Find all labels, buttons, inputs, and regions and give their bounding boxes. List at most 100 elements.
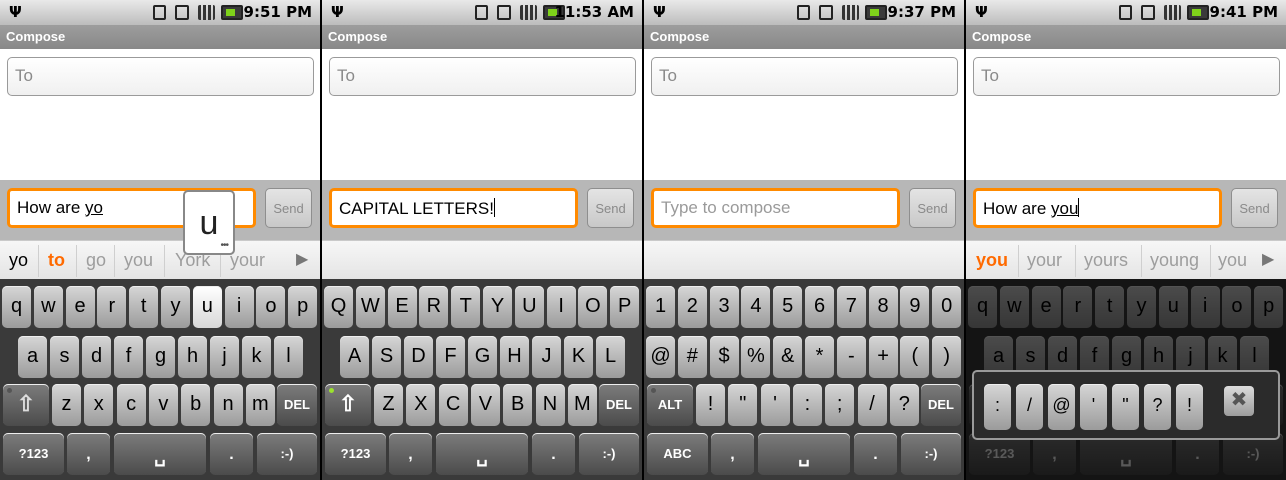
- key-c[interactable]: c: [116, 384, 146, 426]
- smiley-key[interactable]: :-): [901, 433, 961, 475]
- key-Z[interactable]: Z: [374, 384, 403, 426]
- key-U[interactable]: U: [514, 286, 544, 328]
- key-V[interactable]: V: [470, 384, 500, 426]
- key-symbol[interactable]: -: [836, 336, 866, 378]
- suggestion-best[interactable]: to: [48, 250, 65, 271]
- key-symbol[interactable]: @: [646, 336, 675, 378]
- key-B[interactable]: B: [503, 384, 533, 426]
- key-G[interactable]: G: [468, 336, 497, 378]
- to-field[interactable]: To: [651, 57, 958, 96]
- suggestion-typed[interactable]: yo: [9, 250, 28, 271]
- send-button[interactable]: Send: [265, 188, 312, 228]
- abc-key[interactable]: ABC: [647, 433, 708, 475]
- key-x[interactable]: x: [84, 384, 114, 426]
- shift-key[interactable]: ⇧: [3, 384, 49, 426]
- key-r[interactable]: r: [97, 286, 127, 328]
- suggestion[interactable]: your: [230, 250, 265, 271]
- key-L[interactable]: L: [596, 336, 625, 378]
- key-i[interactable]: i: [224, 286, 254, 328]
- suggestion[interactable]: young: [1150, 250, 1199, 271]
- delete-key[interactable]: DEL: [921, 384, 961, 426]
- key-W[interactable]: W: [355, 286, 385, 328]
- to-field[interactable]: To: [7, 57, 314, 96]
- key-F[interactable]: F: [436, 336, 465, 378]
- key-J[interactable]: J: [532, 336, 561, 378]
- key-C[interactable]: C: [438, 384, 468, 426]
- smiley-key[interactable]: :-): [579, 433, 639, 475]
- key-D[interactable]: D: [404, 336, 433, 378]
- key-v[interactable]: v: [148, 384, 178, 426]
- popup-key[interactable]: ": [1112, 384, 1139, 430]
- key-symbol[interactable]: *: [805, 336, 834, 378]
- period-key[interactable]: .: [854, 433, 897, 475]
- suggestion[interactable]: you: [1218, 250, 1254, 271]
- key-j[interactable]: j: [210, 336, 239, 378]
- key-R[interactable]: R: [419, 286, 449, 328]
- send-button[interactable]: Send: [1231, 188, 1278, 228]
- comma-key[interactable]: ,: [711, 433, 754, 475]
- message-field[interactable]: Type to compose: [651, 188, 900, 228]
- key-w[interactable]: w: [33, 286, 63, 328]
- period-key[interactable]: .: [532, 433, 575, 475]
- key-symbol[interactable]: #: [677, 336, 707, 378]
- more-suggestions-arrow-icon[interactable]: ▶: [1262, 249, 1274, 268]
- key-2[interactable]: 2: [677, 286, 707, 328]
- key-a[interactable]: a: [18, 336, 47, 378]
- key-K[interactable]: K: [564, 336, 593, 378]
- popup-key[interactable]: :: [984, 384, 1011, 430]
- key-s[interactable]: s: [50, 336, 79, 378]
- key-e[interactable]: e: [65, 286, 95, 328]
- key-u[interactable]: u: [192, 286, 222, 328]
- popup-key[interactable]: !: [1176, 384, 1203, 430]
- key-symbol[interactable]: ): [932, 336, 962, 378]
- send-button[interactable]: Send: [909, 188, 956, 228]
- period-key[interactable]: .: [210, 433, 253, 475]
- key-A[interactable]: A: [340, 336, 369, 378]
- space-key[interactable]: ␣: [114, 433, 206, 475]
- popup-key[interactable]: ?: [1144, 384, 1171, 430]
- key-4[interactable]: 4: [741, 286, 771, 328]
- key-symbol[interactable]: :: [792, 384, 822, 426]
- key-N[interactable]: N: [535, 384, 565, 426]
- key-E[interactable]: E: [387, 286, 417, 328]
- key-X[interactable]: X: [406, 384, 436, 426]
- key-7[interactable]: 7: [836, 286, 866, 328]
- symbols-key[interactable]: ?123: [325, 433, 386, 475]
- key-symbol[interactable]: ': [760, 384, 790, 426]
- key-symbol[interactable]: ": [728, 384, 758, 426]
- key-m[interactable]: m: [245, 384, 275, 426]
- popup-key[interactable]: @: [1048, 384, 1075, 430]
- key-q[interactable]: q: [2, 286, 31, 328]
- key-symbol[interactable]: $: [709, 336, 739, 378]
- suggestion-best[interactable]: you: [976, 250, 1008, 271]
- key-n[interactable]: n: [213, 384, 243, 426]
- delete-key[interactable]: DEL: [277, 384, 317, 426]
- key-b[interactable]: b: [181, 384, 211, 426]
- key-5[interactable]: 5: [773, 286, 803, 328]
- key-symbol[interactable]: &: [773, 336, 803, 378]
- close-popup-icon[interactable]: ✖: [1224, 386, 1254, 416]
- smiley-key[interactable]: :-): [257, 433, 317, 475]
- key-g[interactable]: g: [146, 336, 175, 378]
- key-symbol[interactable]: !: [696, 384, 725, 426]
- key-p[interactable]: p: [288, 286, 318, 328]
- key-0[interactable]: 0: [932, 286, 962, 328]
- key-3[interactable]: 3: [709, 286, 739, 328]
- key-I[interactable]: I: [546, 286, 576, 328]
- key-symbol[interactable]: %: [741, 336, 771, 378]
- symbols-key[interactable]: ?123: [3, 433, 64, 475]
- message-field[interactable]: How are you: [973, 188, 1222, 228]
- key-Y[interactable]: Y: [483, 286, 512, 328]
- key-symbol[interactable]: /: [857, 384, 887, 426]
- popup-key[interactable]: /: [1016, 384, 1043, 430]
- key-k[interactable]: k: [242, 336, 271, 378]
- space-key[interactable]: ␣: [758, 433, 850, 475]
- suggestion[interactable]: your: [1027, 250, 1062, 271]
- popup-key[interactable]: ': [1080, 384, 1107, 430]
- key-8[interactable]: 8: [868, 286, 898, 328]
- delete-key[interactable]: DEL: [599, 384, 639, 426]
- suggestion[interactable]: you: [124, 250, 153, 271]
- key-y[interactable]: y: [161, 286, 190, 328]
- key-symbol[interactable]: ?: [889, 384, 919, 426]
- key-M[interactable]: M: [567, 384, 597, 426]
